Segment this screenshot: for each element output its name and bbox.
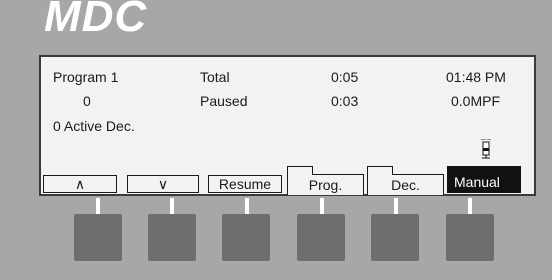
softkey-dec-tab[interactable]: Dec. [367,166,444,195]
hardware-button-2[interactable] [148,214,196,261]
hardware-button-1[interactable] [74,214,122,261]
hardware-button-6[interactable] [446,214,494,261]
softkey-up[interactable]: ∧ [43,175,117,193]
tower-lamp-icon [480,139,492,159]
softkey-prog-tab[interactable]: Prog. [287,166,364,195]
resume-label: Resume [218,176,272,192]
paused-time: 0:03 [331,93,359,109]
softkey-down[interactable]: ∨ [127,175,199,193]
total-label: Total [200,69,230,85]
manual-label: Manual [454,174,500,190]
brand-logo: MDC [44,0,148,41]
count-value: 0 [83,93,91,109]
chevron-down-icon: ∨ [157,175,169,192]
program-label: Program 1 [53,69,119,85]
hardware-button-3[interactable] [222,214,270,261]
active-dec-label: 0 Active Dec. [53,118,135,134]
chevron-up-icon: ∧ [74,175,86,192]
status-text: Paused [200,93,248,109]
total-time: 0:05 [331,69,359,85]
dec-label: Dec. [391,177,420,193]
rate-value: 0.0MPF [451,93,501,109]
prog-label: Prog. [308,177,343,193]
clock: 01:48 PM [446,69,506,85]
softkey-resume[interactable]: Resume [208,175,282,193]
hardware-button-4[interactable] [297,214,345,261]
hardware-button-5[interactable] [371,214,419,261]
softkey-manual-tab[interactable]: Manual [447,166,521,193]
